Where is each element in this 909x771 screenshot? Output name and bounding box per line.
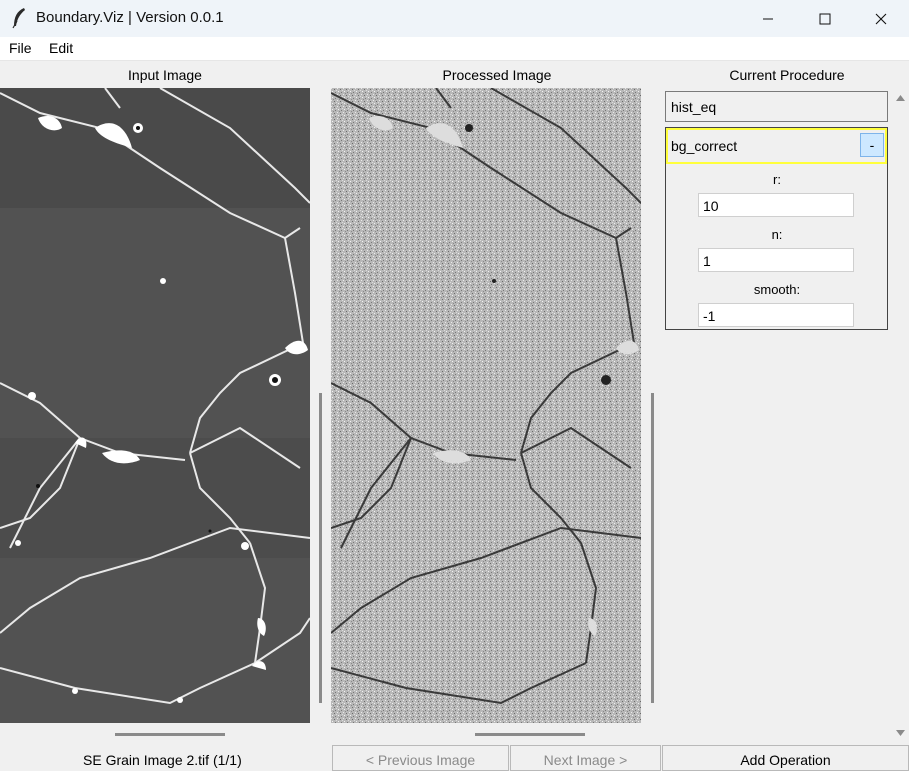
- minimize-icon: [763, 18, 773, 19]
- menu-bar: File Edit: [0, 37, 909, 61]
- input-image: [0, 88, 310, 723]
- processed-image: [331, 88, 641, 723]
- scroll-up-icon[interactable]: [896, 95, 905, 101]
- menu-file[interactable]: File: [9, 40, 32, 56]
- param-label-smooth: smooth:: [753, 282, 801, 297]
- scroll-down-icon[interactable]: [896, 730, 905, 736]
- window-title: Boundary.Viz | Version 0.0.1: [36, 9, 224, 26]
- add-operation-button[interactable]: Add Operation: [662, 745, 909, 771]
- remove-operation-button[interactable]: -: [860, 133, 884, 157]
- param-input-smooth[interactable]: -1: [698, 303, 854, 327]
- input-image-vscroll[interactable]: [319, 393, 322, 703]
- procedure-scrollbar[interactable]: [892, 88, 909, 745]
- processed-grain-image: [331, 88, 641, 723]
- operation-hist-eq[interactable]: hist_eq: [665, 91, 888, 122]
- processed-image-vscroll[interactable]: [651, 393, 654, 703]
- input-image-hscroll[interactable]: [115, 733, 225, 736]
- title-bar: Boundary.Viz | Version 0.0.1: [0, 0, 909, 37]
- current-procedure-label: Current Procedure: [729, 67, 845, 83]
- next-image-button[interactable]: Next Image >: [510, 745, 661, 771]
- operation-name: bg_correct: [671, 138, 738, 154]
- minimize-button[interactable]: [739, 0, 797, 37]
- operation-name: hist_eq: [671, 99, 717, 115]
- maximize-icon: [819, 13, 831, 24]
- param-input-r[interactable]: 10: [698, 193, 854, 217]
- input-grain-image: [0, 88, 310, 723]
- param-label-n: n:: [771, 227, 783, 242]
- maximize-button[interactable]: [796, 0, 854, 37]
- image-filename: SE Grain Image 2.tif (1/1): [83, 752, 242, 768]
- menu-edit[interactable]: Edit: [49, 40, 73, 56]
- previous-image-button[interactable]: < Previous Image: [332, 745, 509, 771]
- close-button[interactable]: [853, 0, 909, 37]
- param-label-r: r:: [773, 172, 781, 187]
- feather-icon: [12, 8, 25, 29]
- close-icon: [875, 13, 887, 24]
- param-input-n[interactable]: 1: [698, 248, 854, 272]
- processed-image-label: Processed Image: [442, 67, 552, 83]
- processed-image-hscroll[interactable]: [475, 733, 585, 736]
- input-image-label: Input Image: [128, 67, 202, 83]
